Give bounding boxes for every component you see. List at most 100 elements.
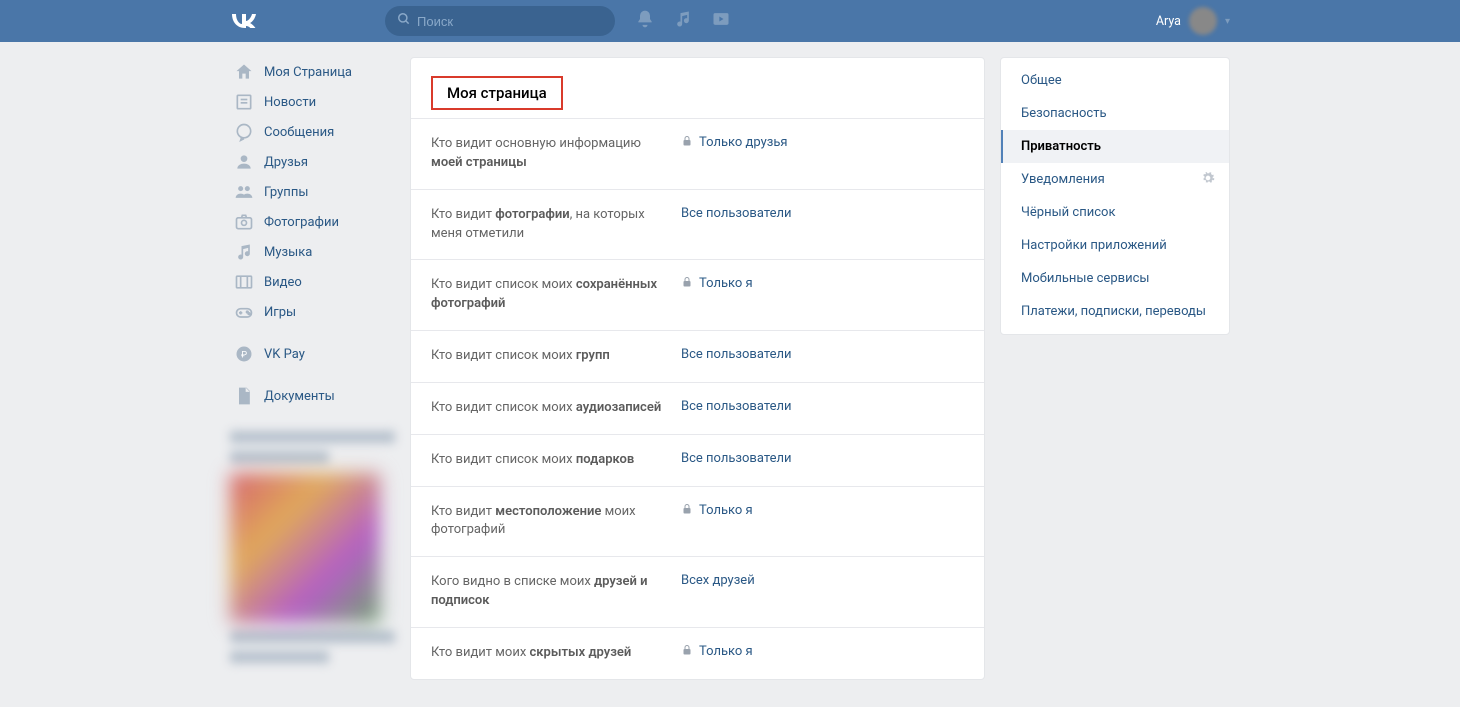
- msg-icon: [234, 122, 254, 142]
- friends-icon: [234, 152, 254, 172]
- privacy-row-value[interactable]: Все пользователи: [681, 206, 792, 244]
- privacy-row-label: Кто видит моих скрытых друзей: [431, 644, 681, 663]
- privacy-row: Кто видит моих скрытых друзей Только я: [411, 627, 984, 679]
- privacy-row-value-text: Все пользователи: [681, 206, 792, 221]
- privacy-row-label: Кто видит основную информацию моей стран…: [431, 135, 681, 173]
- privacy-row: Кто видит список моих аудиозаписейВсе по…: [411, 382, 984, 434]
- settings-nav-item[interactable]: Приватность: [1001, 130, 1229, 163]
- privacy-row-value-text: Только я: [699, 644, 753, 659]
- sidebar-item-msg[interactable]: Сообщения: [230, 117, 395, 147]
- privacy-row-label: Кто видит список моих сохранённых фотогр…: [431, 276, 681, 314]
- privacy-row: Кто видит список моих сохранённых фотогр…: [411, 259, 984, 330]
- privacy-row-value[interactable]: Только я: [681, 503, 753, 541]
- privacy-row-value[interactable]: Только я: [681, 644, 753, 663]
- privacy-row-value[interactable]: Только я: [681, 276, 753, 314]
- settings-nav-item[interactable]: Мобильные сервисы: [1001, 262, 1229, 295]
- sidebar-item-home[interactable]: Моя Страница: [230, 57, 395, 87]
- pay-icon: ₽: [234, 344, 254, 364]
- settings-nav-label: Мобильные сервисы: [1021, 271, 1149, 286]
- sidebar-item-label: Фотографии: [264, 215, 339, 230]
- sidebar-item-label: Документы: [264, 389, 335, 404]
- settings-nav-item[interactable]: Уведомления: [1001, 163, 1229, 196]
- privacy-row: Кто видит местоположение моих фотографий…: [411, 486, 984, 557]
- privacy-row-value-text: Только друзья: [699, 135, 788, 150]
- privacy-row-value-text: Все пользователи: [681, 399, 792, 414]
- lock-icon: [681, 135, 693, 150]
- sidebar-item-label: Новости: [264, 95, 316, 110]
- privacy-row: Кто видит фотографии, на которых меня от…: [411, 189, 984, 260]
- vk-logo[interactable]: [230, 9, 385, 34]
- sidebar-item-label: VK Pay: [264, 347, 305, 362]
- privacy-row-value[interactable]: Все пользователи: [681, 347, 792, 366]
- sidebar-item-label: Музыка: [264, 245, 312, 260]
- privacy-row: Кто видит основную информацию моей стран…: [411, 118, 984, 189]
- privacy-settings-panel: Моя страница Кто видит основную информац…: [410, 57, 985, 680]
- privacy-row: Кого видно в списке моих друзей и подпис…: [411, 556, 984, 627]
- settings-nav-item[interactable]: Настройки приложений: [1001, 229, 1229, 262]
- sidebar-item-friends[interactable]: Друзья: [230, 147, 395, 177]
- privacy-row-value[interactable]: Только друзья: [681, 135, 788, 173]
- privacy-row-label: Кто видит список моих аудиозаписей: [431, 399, 681, 418]
- home-icon: [234, 62, 254, 82]
- privacy-row-value[interactable]: Всех друзей: [681, 573, 755, 611]
- privacy-row: Кто видит список моих группВсе пользоват…: [411, 330, 984, 382]
- sidebar-item-label: Группы: [264, 185, 308, 200]
- sidebar-item-music[interactable]: Музыка: [230, 237, 395, 267]
- lock-icon: [681, 276, 693, 291]
- settings-nav-item[interactable]: Платежи, подписки, переводы: [1001, 295, 1229, 328]
- username-label: Arya: [1156, 14, 1181, 29]
- privacy-row-label: Кто видит фотографии, на которых меня от…: [431, 206, 681, 244]
- privacy-row-label: Кого видно в списке моих друзей и подпис…: [431, 573, 681, 611]
- sidebar-item-label: Друзья: [264, 155, 308, 170]
- photos-icon: [234, 212, 254, 232]
- music-icon: [234, 242, 254, 262]
- avatar: [1189, 7, 1217, 35]
- music-icon[interactable]: [673, 9, 693, 33]
- sidebar-item-label: Игры: [264, 305, 296, 320]
- blurred-ad-block: [230, 431, 395, 663]
- privacy-row-value[interactable]: Все пользователи: [681, 451, 792, 470]
- settings-nav-label: Приватность: [1021, 139, 1101, 154]
- top-header: Arya ▾: [0, 0, 1460, 42]
- docs-icon: [234, 386, 254, 406]
- settings-nav: Общее Безопасность Приватность Уведомления Ч…: [1000, 57, 1230, 335]
- chevron-down-icon: ▾: [1225, 16, 1230, 27]
- sidebar-item-photos[interactable]: Фотографии: [230, 207, 395, 237]
- sidebar-item-groups[interactable]: Группы: [230, 177, 395, 207]
- privacy-row: Кто видит список моих подарковВсе пользо…: [411, 434, 984, 486]
- video-icon: [234, 272, 254, 292]
- privacy-row-value[interactable]: Все пользователи: [681, 399, 792, 418]
- lock-icon: [681, 644, 693, 659]
- settings-nav-label: Безопасность: [1021, 106, 1107, 121]
- settings-nav-label: Уведомления: [1021, 172, 1105, 187]
- sidebar-item-pay[interactable]: ₽ VK Pay: [230, 339, 395, 369]
- privacy-row-value-text: Все пользователи: [681, 451, 792, 466]
- sidebar-item-docs[interactable]: Документы: [230, 381, 395, 411]
- search-icon: [397, 12, 411, 30]
- sidebar-item-video[interactable]: Видео: [230, 267, 395, 297]
- sidebar-item-label: Моя Страница: [264, 65, 352, 80]
- settings-nav-item[interactable]: Общее: [1001, 64, 1229, 97]
- sidebar-item-label: Сообщения: [264, 125, 334, 140]
- privacy-row-value-text: Только я: [699, 276, 753, 291]
- sidebar-item-news[interactable]: Новости: [230, 87, 395, 117]
- gear-icon[interactable]: [1201, 171, 1215, 189]
- privacy-row-value-text: Всех друзей: [681, 573, 755, 588]
- user-menu[interactable]: Arya ▾: [1156, 7, 1230, 35]
- privacy-row-value-text: Только я: [699, 503, 753, 518]
- privacy-row-label: Кто видит список моих подарков: [431, 451, 681, 470]
- news-icon: [234, 92, 254, 112]
- left-sidebar: Моя Страница Новости Сообщения Друзья Группы…: [230, 57, 395, 671]
- games-icon: [234, 302, 254, 322]
- sidebar-item-games[interactable]: Игры: [230, 297, 395, 327]
- video-play-icon[interactable]: [711, 9, 731, 33]
- settings-nav-label: Настройки приложений: [1021, 238, 1167, 253]
- privacy-row-label: Кто видит местоположение моих фотографий: [431, 503, 681, 541]
- search-input[interactable]: [417, 14, 593, 29]
- settings-nav-item[interactable]: Безопасность: [1001, 97, 1229, 130]
- settings-nav-label: Платежи, подписки, переводы: [1021, 304, 1206, 319]
- settings-nav-label: Общее: [1021, 73, 1062, 88]
- settings-nav-item[interactable]: Чёрный список: [1001, 196, 1229, 229]
- search-box[interactable]: [385, 6, 615, 36]
- notifications-icon[interactable]: [635, 9, 655, 33]
